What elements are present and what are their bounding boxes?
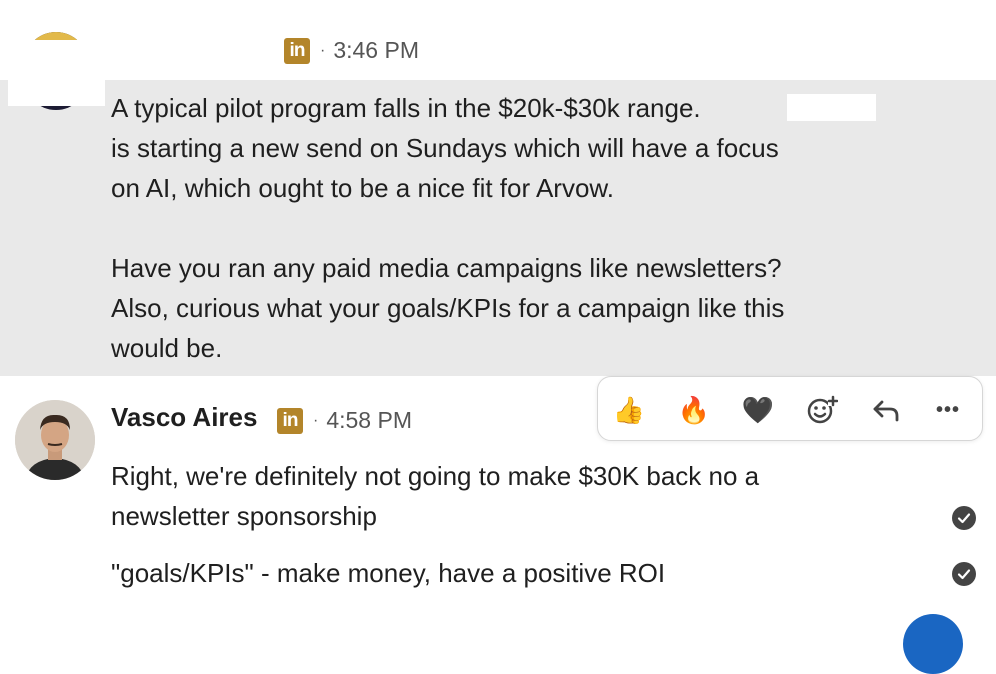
- reaction-toolbar: 👍 🔥 🖤 •••: [597, 376, 983, 441]
- read-receipt-icon: [952, 562, 976, 586]
- message-line: Have you ran any paid media campaigns li…: [111, 253, 782, 283]
- read-receipt-icon: [952, 506, 976, 530]
- message-line: Right, we're definitely not going to mak…: [111, 461, 760, 491]
- compose-button[interactable]: [903, 614, 963, 674]
- redacted-name: [8, 40, 105, 106]
- avatar[interactable]: [15, 400, 95, 480]
- message-meta: in · 3:46 PM: [284, 37, 419, 64]
- message-line: "goals/KPIs" - make money, have a positi…: [111, 558, 666, 588]
- message-meta: in · 4:58 PM: [277, 407, 412, 434]
- message-line: newsletter sponsorship: [111, 501, 377, 531]
- redacted-text: [787, 94, 876, 121]
- timestamp: 4:58 PM: [326, 407, 412, 433]
- linkedin-icon: in: [284, 37, 310, 64]
- fire-reaction[interactable]: 🔥: [674, 390, 714, 430]
- timestamp: 3:46 PM: [333, 37, 419, 63]
- heart-reaction[interactable]: 🖤: [738, 390, 778, 430]
- more-options-icon[interactable]: •••: [928, 390, 968, 430]
- message-line: A typical pilot program falls in the $20…: [111, 93, 701, 123]
- message-line: on AI, which ought to be a nice fit for …: [111, 173, 614, 203]
- reply-icon[interactable]: [866, 390, 906, 430]
- thumbs-up-reaction[interactable]: 👍: [609, 390, 649, 430]
- add-reaction-icon[interactable]: [802, 390, 842, 430]
- sender-name[interactable]: Vasco Aires: [111, 402, 257, 433]
- message-line: Also, curious what your goals/KPIs for a…: [111, 293, 785, 323]
- message-line: is starting a new send on Sundays which …: [111, 133, 779, 163]
- linkedin-icon: in: [277, 407, 303, 434]
- message-line: would be.: [111, 333, 223, 363]
